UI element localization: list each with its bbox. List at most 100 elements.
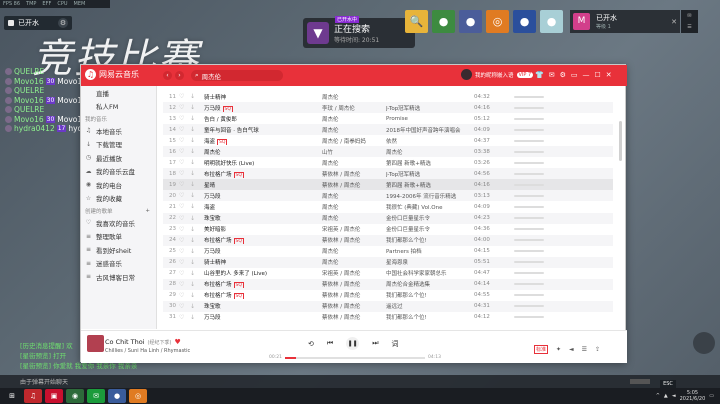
windows-start-icon[interactable]: ⊞ <box>3 389 21 403</box>
heart-icon[interactable]: ♡ <box>179 159 187 166</box>
sidebar-item[interactable]: ≡ 古风博客日常 <box>81 270 156 284</box>
track-title[interactable]: 星晴 <box>204 181 304 189</box>
table-row[interactable]: 19 ♡ ↓ 星晴 蔡依林 / 周杰伦 第四届 新歌+精选 04:16 <box>163 179 613 191</box>
heart-icon[interactable]: ♡ <box>179 259 187 266</box>
chat-username[interactable]: QUELRE <box>14 67 44 76</box>
track-title[interactable]: 万马段 SQ <box>204 104 304 112</box>
table-row[interactable]: 17 ♡ ↓ 明明就好快乐 (Live) 周杰伦 第四届 新歌+精选 03:26 <box>163 157 613 168</box>
table-row[interactable]: 31 ♡ ↓ 万马段 蔡依林 / 周杰伦 我们都那么个位! 04:12 <box>163 312 613 323</box>
download-icon[interactable]: ↓ <box>190 237 198 244</box>
track-title[interactable]: 布拉格广场 SQ <box>204 170 304 178</box>
maximize-icon[interactable]: ☐ <box>595 71 601 79</box>
download-icon[interactable]: ↓ <box>190 137 198 144</box>
track-title[interactable]: 珠宝歌 <box>204 214 304 222</box>
volume-icon[interactable]: ◄ <box>672 393 676 399</box>
mini-mode-icon[interactable]: ▭ <box>571 71 578 79</box>
track-title[interactable]: 海盗 <box>204 203 304 211</box>
download-icon[interactable]: ↓ <box>190 292 198 299</box>
track-title[interactable]: 万马段 <box>204 313 304 321</box>
track-artist[interactable]: 周杰伦 / 南拳妈妈 <box>322 137 382 145</box>
track-album[interactable]: 依然 <box>386 137 466 145</box>
download-icon[interactable]: ↓ <box>190 215 198 222</box>
sidebar-item[interactable]: ☆ 我的收藏 <box>81 192 156 206</box>
table-row[interactable]: 28 ♡ ↓ 布拉格广场 SQ 蔡依林 / 周杰伦 周杰伦合金精选集 04:14 <box>163 278 613 290</box>
search-icon[interactable]: 🔍 <box>405 10 428 33</box>
table-row[interactable]: 14 ♡ ↓ 童年与回音 · 告白气球 周杰伦 2018年中国好声音跨年演唱会 04:09 <box>163 124 613 136</box>
app-taskbar-icon[interactable]: ▣ <box>45 389 63 403</box>
sidebar-item[interactable]: 私人FM <box>81 100 156 114</box>
heart-icon[interactable]: ♡ <box>179 292 187 299</box>
heart-icon[interactable]: ♡ <box>179 181 187 188</box>
download-icon[interactable]: ↓ <box>190 104 198 111</box>
heart-icon[interactable]: ♡ <box>179 226 187 233</box>
chat-username[interactable]: hydra0412 <box>14 124 55 133</box>
track-artist[interactable]: 周杰伦 <box>322 258 382 266</box>
heart-icon[interactable]: ♡ <box>179 126 187 133</box>
search-input[interactable]: ⌕ 周杰伦 <box>191 70 283 81</box>
chat-username[interactable]: QUELRE <box>14 105 44 114</box>
track-album[interactable]: 我很忙 (典藏) Vol.One <box>386 203 466 211</box>
download-icon[interactable]: ↓ <box>190 226 198 233</box>
player-profile[interactable]: M 已开水 等级 1 ✕ <box>570 10 680 33</box>
table-row[interactable]: 22 ♡ ↓ 珠宝歌 周杰伦 金份口巨量星乐令 04:23 <box>163 212 613 224</box>
track-album[interactable]: 金份口巨量星乐令 <box>386 214 466 222</box>
track-artist[interactable]: 蔡依林 / 周杰伦 <box>322 236 382 244</box>
track-title[interactable]: 告白 / 黄俊郎 <box>204 115 304 123</box>
sidebar-item[interactable]: ≡ 迷惑音乐 <box>81 257 156 271</box>
clock[interactable]: 5:05 2021/6/20 <box>680 390 706 402</box>
track-artist[interactable]: 李玟 / 周杰伦 <box>322 104 382 112</box>
track-album[interactable]: 1994-2006年 流行音乐精选 <box>386 192 466 200</box>
track-title[interactable]: 珠宝歌 <box>204 302 304 310</box>
track-title[interactable]: 布拉格广场 SQ <box>204 236 304 245</box>
sidebar-item[interactable]: ♡ 我喜欢的音乐 <box>81 216 156 230</box>
heart-icon[interactable]: ♡ <box>179 215 187 222</box>
heart-icon[interactable]: ♡ <box>179 281 187 288</box>
download-icon[interactable]: ↓ <box>190 170 198 177</box>
track-artist[interactable]: 蔡依林 / 周杰伦 <box>322 170 382 178</box>
close-icon[interactable]: ✕ <box>671 18 677 26</box>
track-album[interactable]: 我们都那么个位! <box>386 236 466 244</box>
chat-username[interactable]: QUELRE <box>14 86 44 95</box>
app-taskbar-icon[interactable]: ● <box>108 389 126 403</box>
sidebar-item[interactable]: ↓ 下载管理 <box>81 138 156 152</box>
sidebar-item[interactable]: ◉ 我的电台 <box>81 178 156 192</box>
table-row[interactable]: 27 ♡ ↓ 山谷里的人 多来了 (Live) 宋祖英 / 周杰伦 中国社会科学家家朝总乐… <box>163 268 613 279</box>
track-artist[interactable]: 周杰伦 <box>322 203 382 211</box>
sidebar-item[interactable]: ♫ 本地音乐 <box>81 124 156 138</box>
table-row[interactable]: 25 ♡ ↓ 万马段 周杰伦 Partners 拍档 04:15 <box>163 246 613 257</box>
sidebar-item[interactable]: ◷ 最近播放 <box>81 151 156 165</box>
track-title[interactable]: 骑士精神 <box>204 93 304 101</box>
lyrics-icon[interactable]: 词 <box>392 339 399 349</box>
back-icon[interactable]: ‹ <box>163 71 172 80</box>
download-icon[interactable]: ↓ <box>190 126 198 133</box>
track-title[interactable]: 万马段 <box>204 192 304 200</box>
track-title[interactable]: 骑士精神 <box>204 258 304 266</box>
track-artist[interactable]: 蔡依林 / 周杰伦 <box>322 302 382 310</box>
table-row[interactable]: 11 ♡ ↓ 骑士精神 周杰伦 04:32 <box>163 91 613 102</box>
track-album[interactable]: 我们都那么个位! <box>386 313 466 321</box>
track-album[interactable]: 第四届 新歌+精选 <box>386 181 466 189</box>
track-artist[interactable]: 蔡依林 / 周杰伦 <box>322 291 382 299</box>
table-row[interactable]: 24 ♡ ↓ 布拉格广场 SQ 蔡依林 / 周杰伦 我们都那么个位! 04:00 <box>163 234 613 246</box>
gear-icon[interactable]: ⚙ <box>560 71 566 79</box>
track-album[interactable]: 周杰伦 <box>386 148 466 156</box>
previous-icon[interactable]: ⏮ <box>327 339 333 348</box>
network-icon[interactable]: ▲ <box>664 393 668 399</box>
track-album[interactable]: J-Top冠军精选 <box>386 104 466 112</box>
track-title[interactable]: 布拉格广场 SQ <box>204 280 304 289</box>
track-album[interactable]: 星海恩泉 <box>386 258 466 266</box>
track-artist[interactable]: 周杰伦 <box>322 115 382 123</box>
track-album[interactable]: 金份口巨量星乐令 <box>386 225 466 233</box>
download-icon[interactable]: ↓ <box>190 203 198 210</box>
track-title[interactable]: 万马段 <box>204 247 304 255</box>
netease-taskbar-icon[interactable]: ♫ <box>24 389 42 403</box>
wechat-taskbar-icon[interactable]: ✉ <box>87 389 105 403</box>
download-icon[interactable]: ↓ <box>190 115 198 122</box>
group-icon[interactable]: ☰ <box>687 24 691 30</box>
track-title[interactable]: 童年与回音 · 告白气球 <box>204 126 304 134</box>
share-icon[interactable]: ⇪ <box>595 346 600 353</box>
download-icon[interactable]: ↓ <box>190 314 198 321</box>
table-row[interactable]: 16 ♡ ↓ 周杰伦 山竹 周杰伦 03:38 <box>163 146 613 158</box>
heart-icon[interactable]: ♡ <box>179 314 187 321</box>
track-album[interactable]: 中国社会科学家家朝总乐 <box>386 269 466 277</box>
